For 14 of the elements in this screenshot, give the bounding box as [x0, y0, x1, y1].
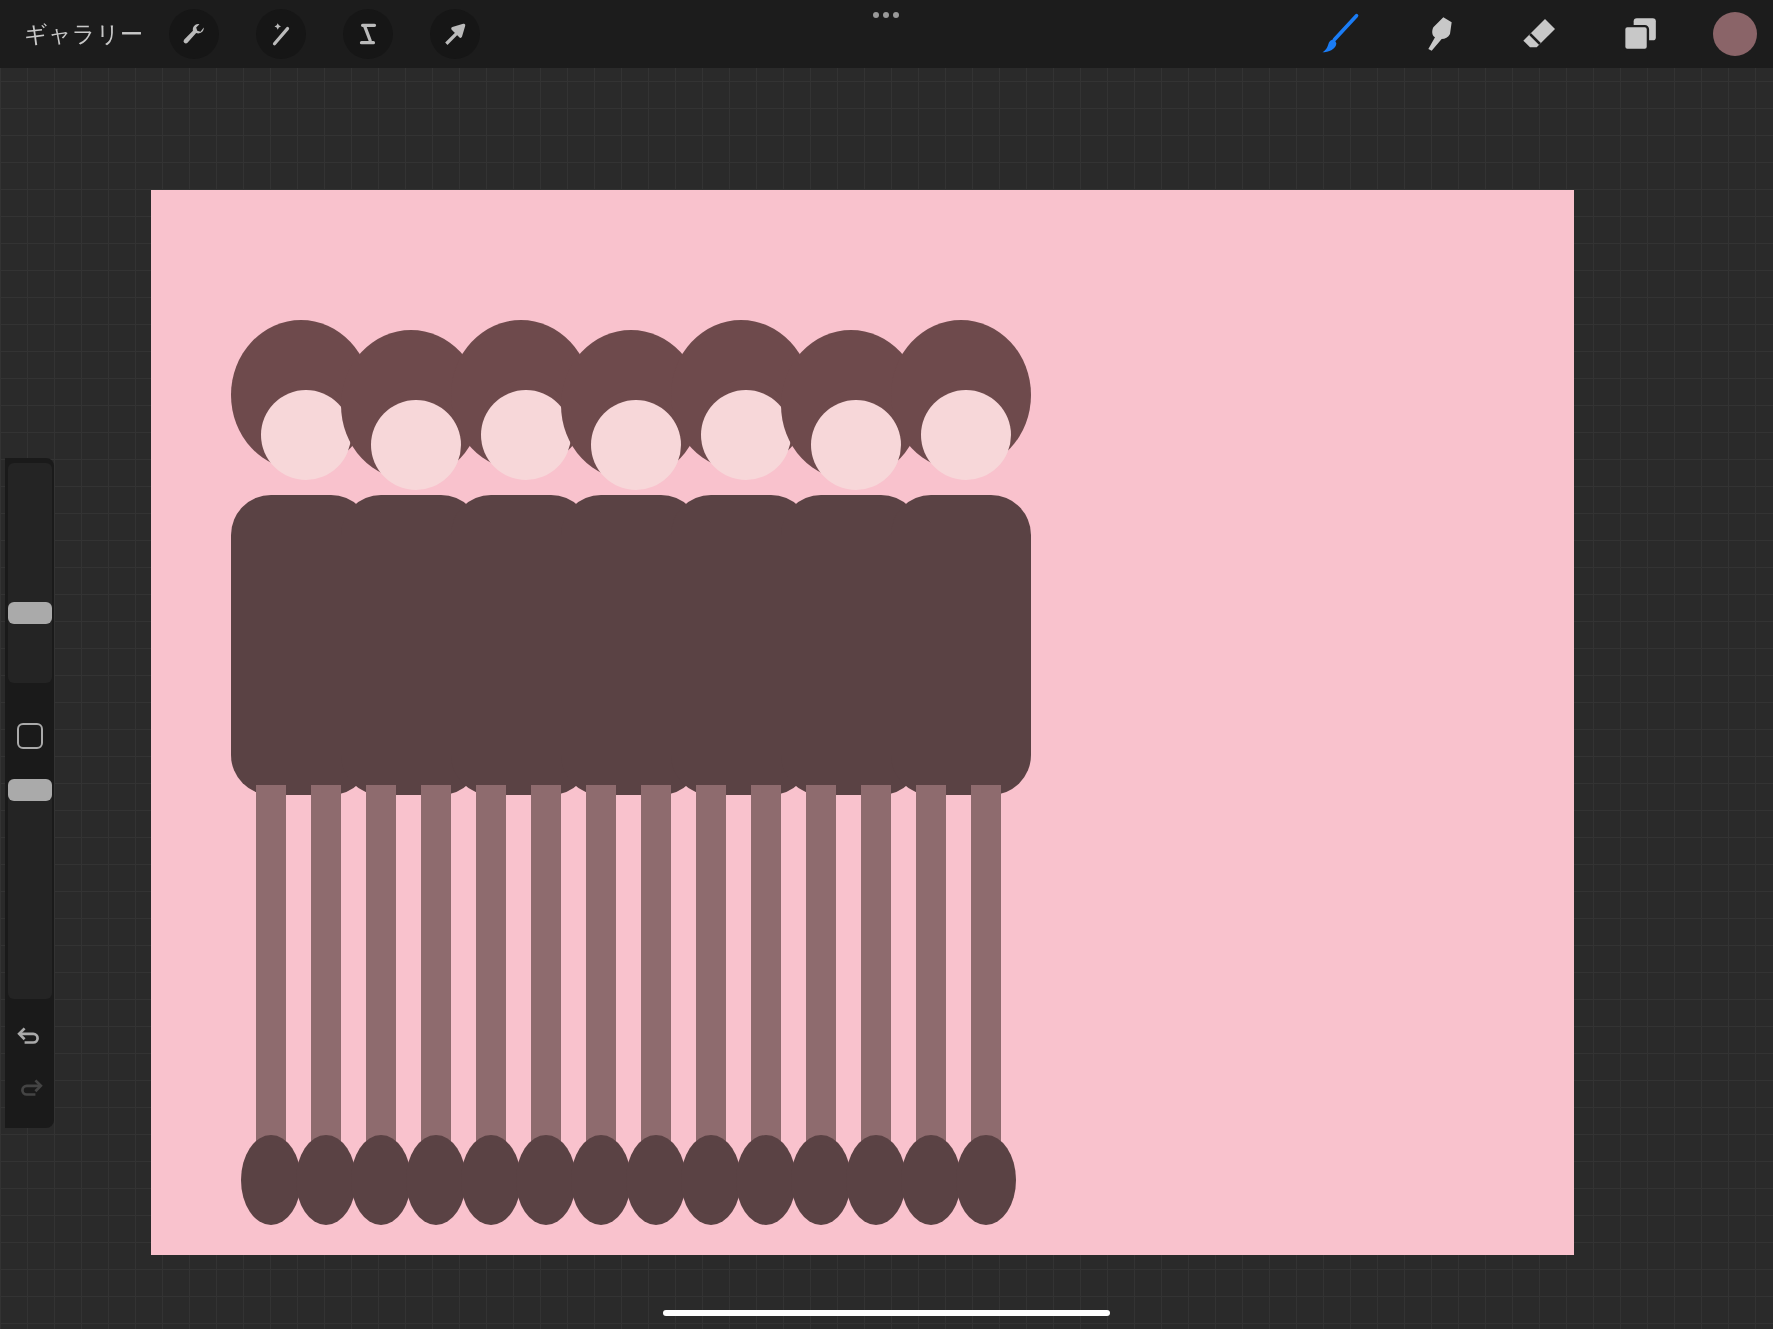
square-button[interactable]: [16, 723, 43, 749]
wand-button[interactable]: [256, 9, 306, 59]
slider-thumb[interactable]: [7, 601, 52, 624]
transform-button[interactable]: [430, 9, 480, 59]
selection-button[interactable]: [343, 9, 393, 59]
slider-thumb[interactable]: [7, 779, 52, 801]
gallery-button[interactable]: ギャラリー: [22, 14, 145, 54]
wrench-button[interactable]: [169, 9, 219, 59]
opacity-slider[interactable]: [7, 779, 52, 999]
color-swatch[interactable]: [1713, 12, 1757, 56]
brush-size-slider[interactable]: [7, 463, 52, 683]
drawing-canvas[interactable]: [151, 190, 1574, 1255]
arrow-cursor-icon: [442, 21, 468, 47]
more-icon[interactable]: [872, 11, 900, 19]
